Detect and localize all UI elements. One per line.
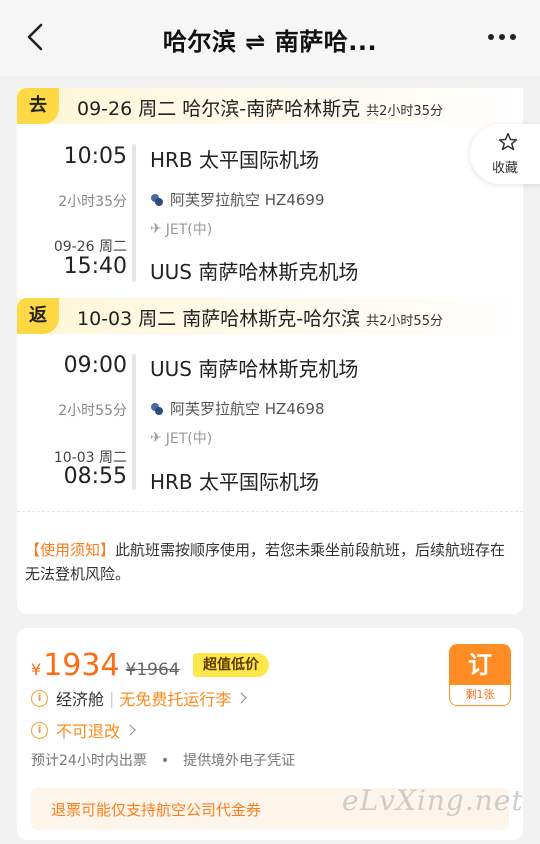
- inbound-airline-text: 阿芙罗拉航空 HZ4698: [170, 400, 325, 418]
- cabin-class: 经济舱: [56, 690, 105, 709]
- outbound-airline[interactable]: 阿芙罗拉航空 HZ4699: [150, 189, 325, 210]
- usage-notice: 【使用须知】此航班需按顺序使用，若您未乘坐前段航班，后续航班存在无法登机风险。: [25, 538, 511, 586]
- inbound-route: 10-03 周二 南萨哈林斯克-哈尔滨 共2小时55分: [77, 304, 443, 331]
- nav-header: 哈尔滨 ⇌ 南萨哈...: [0, 0, 540, 76]
- flight-detail-card: 去 09-26 周二 哈尔滨-南萨哈林斯克 共2小时35分 10:05 HRB 太…: [17, 88, 523, 614]
- inbound-tag: 返: [17, 298, 59, 334]
- outbound-arrival-date: 09-26 周二: [53, 239, 127, 255]
- price: 1934: [43, 648, 120, 683]
- outbound-arrival-time: 15:40: [63, 254, 127, 279]
- voucher-note-text: 退票可能仅支持航空公司代金券: [51, 801, 262, 819]
- ticketing-row: 预计24小时内出票 • 提供境外电子凭证: [31, 750, 295, 770]
- outbound-arrival-airport: UUS 南萨哈林斯克机场: [150, 260, 359, 284]
- star-icon: [498, 132, 518, 151]
- refund-row[interactable]: i 不可退改: [31, 718, 136, 742]
- outbound-airline-text: 阿芙罗拉航空 HZ4699: [170, 191, 325, 209]
- plane-icon: ✈: [150, 221, 162, 237]
- ticketing-time: 预计24小时内出票: [31, 753, 147, 769]
- airline-logo-icon: [151, 193, 163, 206]
- inbound-route-text: 10-03 周二 南萨哈林斯克-哈尔滨: [77, 308, 361, 330]
- outbound-route-text: 09-26 周二 哈尔滨-南萨哈林斯克: [77, 98, 361, 120]
- inbound-departure-time: 09:00: [63, 353, 127, 378]
- watermark: eLvXing.net: [342, 784, 524, 817]
- favorite-label: 收藏: [492, 161, 519, 176]
- plane-icon: ✈: [150, 430, 162, 446]
- outbound-route: 09-26 周二 哈尔滨-南萨哈林斯克 共2小时35分: [77, 94, 443, 121]
- original-price-text: ¥1964: [125, 660, 180, 680]
- inbound-airline[interactable]: 阿芙罗拉航空 HZ4698: [150, 398, 325, 419]
- remaining-seats: 剩1张: [450, 685, 510, 705]
- divider: [17, 511, 523, 512]
- outbound-duration: 2小时35分: [58, 194, 127, 210]
- outbound-aircraft-text: JET(中): [165, 222, 213, 238]
- inbound-banner: 返 10-03 周二 南萨哈林斯克-哈尔滨 共2小时55分: [17, 298, 523, 334]
- inbound-duration: 2小时55分: [58, 403, 127, 419]
- info-icon: i: [31, 721, 48, 739]
- cabin-baggage-row[interactable]: i 经济舱 | 无免费托运行李: [31, 686, 248, 710]
- book-button[interactable]: 订 剩1张: [449, 644, 511, 706]
- price-row: ¥ 1934 ¥1964: [31, 648, 180, 683]
- outbound-departure-airport: HRB 太平国际机场: [150, 148, 320, 172]
- inbound-departure-airport: UUS 南萨哈林斯克机场: [150, 357, 359, 381]
- book-label: 订: [450, 645, 510, 685]
- outbound-total-duration: 共2小时35分: [366, 104, 443, 119]
- inbound-aircraft: ✈ JET(中): [150, 428, 212, 448]
- dot-separator: •: [160, 753, 170, 769]
- outbound-banner: 去 09-26 周二 哈尔滨-南萨哈林斯克 共2小时35分: [17, 88, 523, 124]
- airline-logo-icon: [151, 402, 163, 415]
- inbound-arrival-time: 08:55: [63, 464, 127, 489]
- inbound-arrival-airport: HRB 太平国际机场: [150, 470, 320, 494]
- outbound-departure-time: 10:05: [63, 144, 127, 169]
- outbound-aircraft: ✈ JET(中): [150, 219, 212, 239]
- baggage-info: 无免费托运行李: [119, 690, 232, 709]
- inbound-timeline: [132, 354, 136, 490]
- voucher-info: 提供境外电子凭证: [183, 753, 296, 769]
- page-title: 哈尔滨 ⇌ 南萨哈...: [162, 28, 378, 56]
- refund-policy: 不可退改: [56, 722, 121, 741]
- chevron-right-icon: [235, 691, 248, 704]
- currency-symbol: ¥: [31, 660, 42, 679]
- notice-label: 【使用须知】: [25, 541, 116, 559]
- value-badge: 超值低价: [193, 653, 269, 677]
- chevron-right-icon: [124, 723, 136, 736]
- original-price: ¥1964: [126, 660, 180, 680]
- info-icon: i: [31, 689, 48, 707]
- outbound-tag: 去: [17, 88, 59, 124]
- separator: |: [109, 688, 115, 708]
- favorite-button[interactable]: 收藏: [470, 124, 540, 184]
- inbound-aircraft-text: JET(中): [165, 431, 213, 447]
- more-options-icon[interactable]: [488, 34, 516, 42]
- inbound-total-duration: 共2小时55分: [366, 314, 443, 329]
- outbound-timeline: [132, 144, 136, 282]
